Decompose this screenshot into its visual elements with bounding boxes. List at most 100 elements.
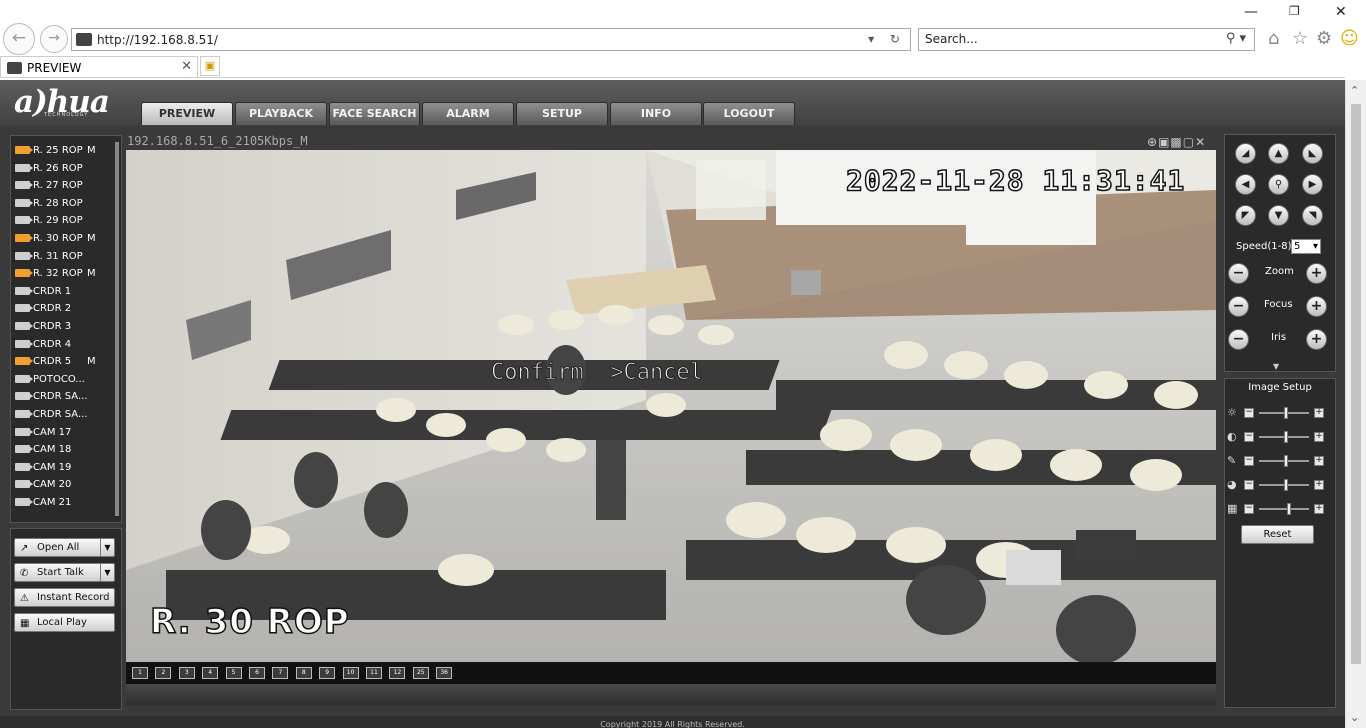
ptz-down-icon[interactable]: ▼ (1268, 205, 1289, 226)
restore-icon[interactable]: ❐ (1289, 4, 1300, 18)
increase-icon[interactable]: + (1314, 480, 1324, 490)
search-icon[interactable]: ⚲ ▾ (1226, 31, 1246, 46)
focus-far-button[interactable]: + (1306, 296, 1327, 317)
channel-item[interactable]: R. 28 ROP (15, 196, 115, 212)
layout-button[interactable]: 5 (225, 667, 242, 679)
channel-item[interactable]: CRDR 2 (15, 301, 115, 317)
channel-list-scrollbar[interactable] (115, 142, 119, 516)
close-tab-icon[interactable]: ✕ (181, 59, 192, 74)
ptz-left-icon[interactable]: ◀ (1235, 174, 1256, 195)
layout-button[interactable]: 10 (342, 667, 359, 679)
live-video-view[interactable]: 2022-11-28 11:31:41 Confirm >Cancel R. 3… (126, 150, 1216, 662)
address-url[interactable]: http://192.168.8.51/ (97, 33, 218, 47)
channel-item[interactable]: CRDR SA... (15, 389, 115, 405)
open-all-button[interactable]: ↗ Open All ▼ (14, 538, 115, 557)
iris-open-button[interactable]: + (1306, 329, 1327, 350)
browser-search-box[interactable]: ⚲ ▾ (918, 28, 1255, 51)
reset-button[interactable]: Reset (1241, 525, 1314, 544)
channel-item[interactable]: POTOCO... (15, 372, 115, 388)
layout-button[interactable]: 25 (412, 667, 429, 679)
layout-button[interactable]: 6 (249, 667, 265, 679)
page-scrollbar[interactable]: ⌃ ⌄ (1345, 80, 1366, 728)
layout-button[interactable]: 2 (155, 667, 172, 679)
layout-button[interactable]: 8 (295, 667, 312, 679)
increase-icon[interactable]: + (1314, 408, 1324, 418)
channel-item[interactable]: CAM 20 (15, 477, 115, 493)
channel-item[interactable]: R. 25 ROP M (15, 143, 115, 159)
layout-button[interactable]: 4 (202, 667, 219, 679)
decrease-icon[interactable]: − (1244, 480, 1254, 490)
favorites-star-icon[interactable]: ☆ (1292, 28, 1308, 49)
increase-icon[interactable]: + (1314, 432, 1324, 442)
decrease-icon[interactable]: − (1244, 408, 1254, 418)
ptz-up-right-icon[interactable]: ◣ (1302, 143, 1323, 164)
slider-thumb[interactable] (1286, 503, 1291, 515)
layout-button[interactable]: 36 (436, 667, 453, 679)
iris-close-button[interactable]: − (1228, 329, 1249, 350)
channel-item[interactable]: CRDR 1 (15, 284, 115, 300)
collapse-triangle-icon[interactable]: ▼ (1273, 362, 1279, 371)
address-bar[interactable]: http://192.168.8.51/ ▾ ↻ (71, 28, 911, 51)
channel-item[interactable]: R. 31 ROP (15, 249, 115, 265)
browser-tab-preview[interactable]: PREVIEW ✕ (0, 56, 198, 78)
channel-item[interactable]: CRDR 4 (15, 337, 115, 353)
menu-tab-alarm[interactable]: ALARM (422, 102, 514, 125)
ptz-center-zoom-icon[interactable]: ⚲ (1268, 174, 1289, 195)
layout-button[interactable]: 3 (178, 667, 195, 679)
layout-button[interactable]: 1 (132, 667, 148, 679)
slider-thumb[interactable] (1284, 455, 1289, 467)
scroll-down-icon[interactable]: ⌄ (1350, 711, 1359, 724)
settings-gear-icon[interactable]: ⚙ (1316, 28, 1332, 49)
channel-item[interactable]: CAM 17 (15, 425, 115, 441)
menu-tab-info[interactable]: INFO (610, 102, 702, 125)
ptz-down-right-icon[interactable]: ◥ (1302, 205, 1323, 226)
layout-button[interactable]: 12 (389, 667, 406, 679)
menu-tab-face-search[interactable]: FACE SEARCH (329, 102, 420, 125)
decrease-icon[interactable]: − (1244, 504, 1254, 514)
layout-button[interactable]: 7 (272, 667, 289, 679)
ptz-speed-select[interactable]: 5 (1291, 239, 1321, 254)
back-arrow-icon[interactable]: ← (3, 23, 35, 55)
channel-item[interactable]: R. 27 ROP (15, 178, 115, 194)
slider-thumb[interactable] (1284, 407, 1289, 419)
local-play-button[interactable]: ▦ Local Play (14, 613, 115, 632)
start-talk-button[interactable]: ✆ Start Talk ▼ (14, 563, 115, 582)
channel-item[interactable]: CAM 18 (15, 442, 115, 458)
slider-thumb[interactable] (1284, 479, 1289, 491)
channel-item[interactable]: R. 32 ROP M (15, 266, 115, 282)
channel-item[interactable]: R. 29 ROP (15, 213, 115, 229)
channel-item[interactable]: R. 26 ROP (15, 161, 115, 177)
menu-tab-setup[interactable]: SETUP (516, 102, 608, 125)
focus-near-button[interactable]: − (1228, 296, 1249, 317)
camera-icon[interactable]: ▩ (1170, 135, 1182, 149)
home-icon[interactable]: ⌂ (1268, 28, 1279, 49)
open-all-dropdown-icon[interactable]: ▼ (100, 539, 114, 556)
channel-item[interactable]: CRDR 5 M (15, 354, 115, 370)
increase-icon[interactable]: + (1314, 504, 1324, 514)
zoom-in-icon[interactable]: ⊕ (1147, 135, 1158, 149)
close-video-icon[interactable]: ✕ (1195, 135, 1206, 149)
snapshot-icon[interactable]: ▣ (1158, 135, 1170, 149)
ptz-down-left-icon[interactable]: ◤ (1235, 205, 1256, 226)
close-window-icon[interactable]: ✕ (1335, 4, 1347, 20)
layout-button[interactable]: 11 (366, 667, 382, 679)
smiley-feedback-icon[interactable]: ☺ (1340, 28, 1359, 49)
slider-thumb[interactable] (1284, 431, 1289, 443)
zoom-out-button[interactable]: − (1228, 263, 1249, 284)
menu-tab-preview[interactable]: PREVIEW (141, 102, 233, 125)
refresh-icon[interactable]: ▾ ↻ (868, 32, 906, 46)
menu-tab-logout[interactable]: LOGOUT (703, 102, 795, 125)
decrease-icon[interactable]: − (1244, 432, 1254, 442)
start-talk-dropdown-icon[interactable]: ▼ (100, 564, 114, 581)
minimize-icon[interactable]: — (1244, 4, 1258, 20)
menu-tab-playback[interactable]: PLAYBACK (235, 102, 327, 125)
scrollbar-thumb[interactable] (1351, 104, 1361, 664)
channel-item[interactable]: CAM 21 (15, 495, 115, 511)
channel-item[interactable]: R. 30 ROP M (15, 231, 115, 247)
new-tab-icon[interactable]: ▣ (200, 56, 220, 76)
search-input[interactable] (925, 32, 1205, 46)
zoom-in-button[interactable]: + (1306, 263, 1327, 284)
channel-item[interactable]: CRDR 3 (15, 319, 115, 335)
slider-track[interactable] (1259, 508, 1309, 510)
forward-arrow-icon[interactable]: → (40, 25, 68, 53)
